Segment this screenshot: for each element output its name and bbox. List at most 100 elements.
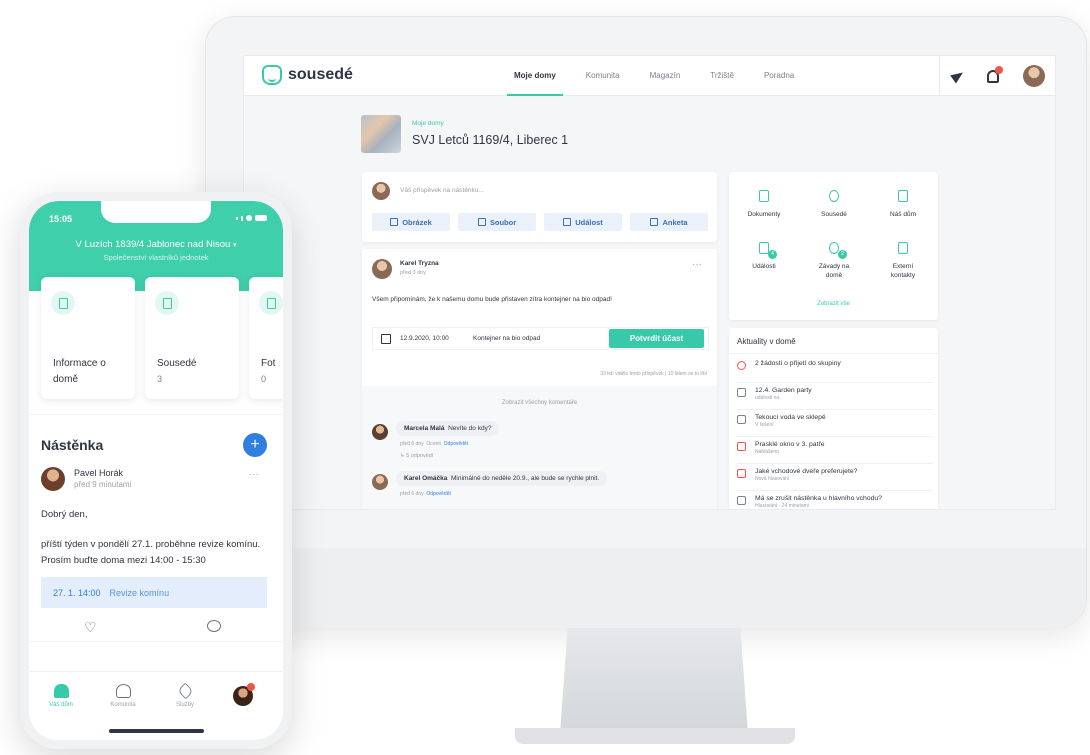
events-link[interactable]: 4 Události	[729, 242, 799, 271]
add-post-button[interactable]: +	[243, 433, 267, 457]
comment-meta: před 6 dny Ocenit Odpovědět	[400, 441, 468, 447]
neighbors-icon	[737, 361, 746, 370]
issues-link[interactable]: 2 Závady na domě	[799, 242, 869, 280]
image-button[interactable]: Obrázek	[372, 213, 450, 231]
reply-link[interactable]: Odpovědět	[426, 491, 450, 497]
profile-badge	[247, 683, 255, 691]
show-all-link[interactable]: Zobrazit vše	[729, 301, 938, 307]
tab-komunita[interactable]: Komunita	[571, 56, 635, 96]
external-contacts-link[interactable]: Externí kontakty	[868, 242, 938, 280]
reply-link[interactable]: Odpovědět	[444, 441, 468, 447]
calendar-icon	[563, 218, 572, 226]
like-comment-link[interactable]: Ocenit	[426, 441, 440, 447]
tab-home[interactable]: Váš dům	[36, 684, 86, 708]
brand-logo[interactable]: sousedé	[262, 65, 353, 85]
news-item[interactable]: 2 žádosti o přijetí do skupiny	[737, 356, 933, 383]
neighbors-link[interactable]: Sousedé	[799, 190, 869, 219]
comments-section: Zobrazit všechny komentáře Marcela Malá …	[362, 386, 717, 509]
show-comments-link[interactable]: Zobrazit všechny komentáře	[362, 400, 717, 406]
house-info-card[interactable]: Informace o domě	[41, 277, 135, 399]
nav-actions	[939, 56, 1055, 96]
more-icon[interactable]: ···	[692, 259, 702, 270]
comment-time: před 6 dny	[400, 441, 424, 447]
neighbors-icon	[829, 190, 839, 202]
poll-icon	[737, 496, 746, 505]
post-author-avatar	[41, 467, 65, 491]
comment-author[interactable]: Marcela Malá	[404, 425, 444, 432]
issues-label: Závady na domě	[818, 263, 850, 279]
poll-icon	[737, 469, 746, 478]
event-title: Revize komínu	[109, 587, 170, 598]
post-author[interactable]: Karel Tryzna	[400, 260, 439, 267]
home-indicator	[109, 729, 204, 733]
more-icon[interactable]: ···	[249, 469, 259, 480]
photos-card[interactable]: Fot 0	[249, 277, 283, 399]
tab-poradna[interactable]: Poradna	[749, 56, 809, 96]
post-time: před 3 dny	[400, 270, 426, 276]
file-icon	[477, 218, 486, 226]
news-item-title: Má se zrušit nástěnka u hlavního vchodu?	[755, 495, 882, 502]
divider	[29, 414, 283, 415]
news-item-title: Prasklé okno v 3. patře	[755, 441, 825, 448]
heart-icon[interactable]: ♡	[84, 619, 97, 636]
tab-moje-domy[interactable]: Moje domy	[499, 56, 571, 96]
monitor-stand	[560, 628, 748, 734]
confirm-attendance-button[interactable]: Potvrdit účast	[609, 329, 704, 348]
our-house-link[interactable]: Náš dům	[868, 190, 938, 219]
post-author[interactable]: Pavel Horák	[74, 468, 123, 478]
tab-services[interactable]: Služby	[160, 682, 210, 708]
post-stats: 33 lidí vidělo tento příspěvek | 10 lide…	[600, 371, 707, 377]
address-text: V Luzích 1839/4 Jablonec nad Nisou	[75, 239, 231, 250]
news-item-sub: Nová hlasování	[755, 476, 790, 482]
issues-badge: 2	[838, 250, 847, 259]
news-item[interactable]: 12.4. Garden party události na	[737, 383, 933, 410]
neighbors-icon	[155, 291, 179, 315]
building-icon	[51, 291, 75, 315]
news-item[interactable]: Prasklé okno v 3. patře Nahlášeno	[737, 437, 933, 464]
send-icon[interactable]	[950, 68, 966, 84]
event-button-label: Událost	[575, 217, 603, 227]
comment-meta: před 6 dny Odpovědět	[400, 491, 451, 497]
news-item[interactable]: Má se zrušit nástěnka u hlavního vchodu?…	[737, 491, 933, 509]
documents-link[interactable]: Dokumenty	[729, 190, 799, 219]
home-icon	[53, 684, 69, 698]
house-address[interactable]: V Luzích 1839/4 Jablonec nad Nisou ▾	[29, 239, 283, 250]
event-button[interactable]: Událost	[544, 213, 622, 231]
comment-author[interactable]: Karel Omáčka	[404, 475, 447, 482]
bell-icon[interactable]	[987, 65, 1004, 83]
documents-label: Dokumenty	[747, 211, 781, 218]
breadcrumb[interactable]: Moje domy	[412, 120, 444, 127]
megaphone-icon	[737, 415, 746, 424]
tab-community[interactable]: Komunita	[98, 684, 148, 708]
news-item-sub: Nahlášeno	[755, 449, 779, 455]
file-button[interactable]: Soubor	[458, 213, 536, 231]
brand-name: sousedé	[288, 66, 353, 83]
news-item[interactable]: Tekoucí voda ve sklepě V řešení	[737, 410, 933, 437]
composer-input[interactable]: Váš příspěvek na nástěnku...	[400, 187, 484, 194]
news-item[interactable]: Jaké vchodové dveře preferujete? Nová hla…	[737, 464, 933, 491]
post-time: před 9 minutami	[74, 480, 132, 489]
building-icon	[898, 190, 908, 202]
user-avatar[interactable]	[1023, 65, 1046, 87]
news-item-title: Tekoucí voda ve sklepě	[755, 414, 826, 421]
desktop-screen: sousedé Moje domy Komunita Magazín Tržiš…	[243, 55, 1056, 510]
photo-icon	[259, 291, 283, 315]
poll-button[interactable]: Anketa	[630, 213, 708, 231]
neighbors-card[interactable]: Sousedé 3	[145, 277, 239, 399]
news-item-sub: V řešení	[755, 422, 774, 428]
event-title: Kontejner na bio odpad	[473, 335, 541, 342]
replies-link[interactable]: ↳ 5 odpovědí	[400, 453, 433, 459]
comment-icon[interactable]	[207, 620, 221, 632]
notification-dot	[995, 65, 1004, 74]
image-button-label: Obrázek	[402, 217, 432, 227]
image-icon	[390, 218, 399, 226]
main-tabs: Moje domy Komunita Magazín Tržiště Porad…	[499, 56, 809, 96]
megaphone-icon	[737, 442, 746, 451]
tab-magazin[interactable]: Magazín	[635, 56, 696, 96]
news-title: Aktuality v domě	[737, 337, 796, 346]
battery-icon	[255, 215, 267, 221]
tab-trziste[interactable]: Tržiště	[695, 56, 749, 96]
post-event[interactable]: 27. 1. 14:00 Revize komínu	[41, 577, 267, 608]
status-icons	[231, 215, 267, 221]
monitor-chin	[206, 548, 1086, 628]
